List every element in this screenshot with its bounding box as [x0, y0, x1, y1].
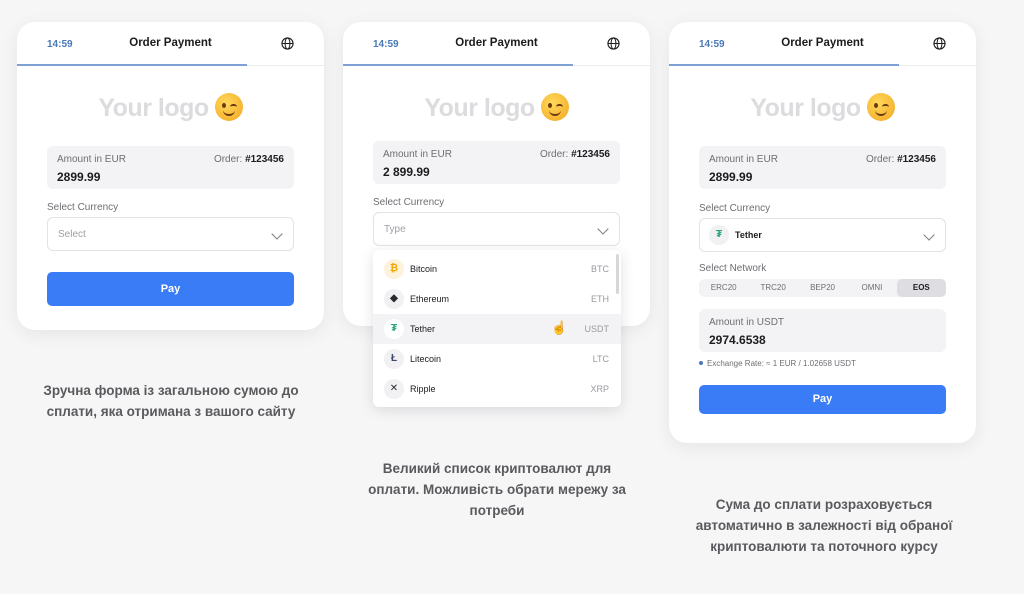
currency-label: Select Currency: [47, 202, 119, 213]
card-header: 14:59 Order Payment: [669, 22, 976, 66]
wink-emoji-icon: [540, 93, 569, 121]
currency-label: Select Currency: [699, 203, 771, 214]
caption-2: Великий список криптовалют для оплати. М…: [368, 461, 626, 518]
currency-name: Tether: [410, 324, 436, 334]
globe-icon[interactable]: [281, 37, 294, 50]
currency-option-bitcoin[interactable]: ₿ Bitcoin BTC: [373, 254, 621, 284]
payment-card-1: 14:59 Order Payment Your logo Amount in …: [17, 22, 324, 330]
network-option-bep20[interactable]: BEP20: [798, 279, 847, 297]
caption-3: Сума до сплати розраховується автоматичн…: [695, 497, 953, 554]
tether-icon: ₮: [384, 319, 404, 339]
hand-cursor-icon: ☝: [551, 320, 568, 335]
currency-option-tether[interactable]: ₮ Tether USDT ☝: [373, 314, 621, 344]
exchange-rate: Exchange Rate: ≈ 1 EUR / 1.02658 USDT: [699, 359, 856, 368]
currency-symbol: ETH: [591, 294, 609, 304]
currency-placeholder: Select: [58, 229, 86, 240]
currency-symbol: BTC: [591, 264, 609, 274]
amount-box: Amount in EUR Order: #123456 2 899.99: [373, 141, 620, 184]
currency-symbol: USDT: [584, 324, 610, 334]
globe-icon[interactable]: [933, 37, 946, 50]
globe-icon[interactable]: [607, 37, 620, 50]
chevron-down-icon: [923, 229, 935, 241]
order-id: #123456: [897, 154, 936, 165]
logo-text: Your logo: [750, 94, 861, 122]
card-header: 14:59 Order Payment: [17, 22, 324, 66]
dropdown-scrollbar[interactable]: [616, 254, 619, 294]
merchant-logo: Your logo: [669, 93, 976, 123]
order-number: Order: #123456: [866, 154, 936, 165]
tether-icon: ₮: [709, 225, 729, 245]
order-label: Order:: [213, 154, 243, 165]
amount-value: 2 899.99: [383, 165, 430, 179]
merchant-logo: Your logo: [17, 93, 324, 123]
caption-1: Зручна форма із загальною сумою до сплат…: [43, 383, 299, 419]
currency-select[interactable]: Select: [47, 217, 294, 251]
progress-bar: [343, 64, 573, 66]
amount-value: 2899.99: [709, 170, 753, 184]
order-number: Order: #123456: [214, 154, 284, 165]
order-id: #123456: [245, 154, 284, 165]
currency-name: Ripple: [410, 384, 436, 394]
currency-select[interactable]: ₮ Tether: [699, 218, 946, 252]
currency-symbol: XRP: [590, 384, 609, 394]
currency-placeholder: Type: [384, 224, 406, 235]
currency-name: Bitcoin: [410, 264, 438, 274]
order-label: Order:: [539, 149, 569, 160]
progress-bar: [669, 64, 899, 66]
chevron-down-icon: [271, 228, 283, 240]
bitcoin-icon: ₿: [384, 259, 404, 279]
converted-amount-box: Amount in USDT 2974.6538: [699, 309, 946, 352]
litecoin-icon: Ł: [384, 349, 404, 369]
network-selector: ERC20 TRC20 BEP20 OMNI EOS: [699, 279, 947, 297]
currency-option-litecoin[interactable]: Ł Litecoin LTC: [373, 344, 621, 374]
amount-box: Amount in EUR Order: #123456 2899.99: [699, 146, 946, 189]
amount-box: Amount in EUR Order: #123456 2899.99: [47, 146, 294, 189]
progress-bar: [17, 64, 247, 66]
bullet-icon: [699, 361, 703, 365]
wink-emoji-icon: [214, 93, 243, 121]
order-number: Order: #123456: [540, 149, 610, 160]
order-id: #123456: [571, 149, 610, 160]
network-option-erc20[interactable]: ERC20: [699, 279, 748, 297]
amount-label: Amount in EUR: [709, 154, 778, 165]
network-option-omni[interactable]: OMNI: [847, 279, 896, 297]
amount-label: Amount in EUR: [57, 154, 126, 165]
ripple-icon: ✕: [384, 379, 404, 399]
selected-currency: Tether: [735, 230, 762, 240]
network-option-trc20[interactable]: TRC20: [748, 279, 797, 297]
page-title: Order Payment: [129, 37, 212, 49]
wink-emoji-icon: [866, 93, 895, 121]
currency-option-ripple[interactable]: ✕ Ripple XRP: [373, 374, 621, 404]
currency-search-input[interactable]: Type: [373, 212, 620, 246]
converted-amount-label: Amount in USDT: [709, 317, 785, 328]
converted-amount-value: 2974.6538: [709, 333, 766, 347]
chevron-down-icon: [597, 223, 609, 235]
card-header: 14:59 Order Payment: [343, 22, 650, 66]
merchant-logo: Your logo: [343, 93, 650, 123]
logo-text: Your logo: [98, 94, 209, 122]
ethereum-icon: ◆: [384, 289, 404, 309]
page-title: Order Payment: [455, 37, 538, 49]
amount-label: Amount in EUR: [383, 149, 452, 160]
currency-dropdown: ₿ Bitcoin BTC ◆ Ethereum ETH ₮ Tether US…: [373, 250, 621, 407]
network-label: Select Network: [699, 263, 767, 274]
payment-card-3: 14:59 Order Payment Your logo Amount in …: [669, 22, 976, 443]
pay-button[interactable]: Pay: [699, 385, 946, 414]
currency-symbol: LTC: [592, 354, 609, 364]
amount-value: 2899.99: [57, 170, 101, 184]
currency-name: Ethereum: [410, 294, 450, 304]
page-title: Order Payment: [781, 37, 864, 49]
order-label: Order:: [865, 154, 895, 165]
currency-option-ethereum[interactable]: ◆ Ethereum ETH: [373, 284, 621, 314]
pay-button[interactable]: Pay: [47, 272, 294, 306]
currency-label: Select Currency: [373, 197, 445, 208]
logo-text: Your logo: [424, 94, 535, 122]
exchange-rate-text: Exchange Rate: ≈ 1 EUR / 1.02658 USDT: [707, 359, 856, 368]
network-option-eos[interactable]: EOS: [896, 279, 947, 297]
currency-name: Litecoin: [410, 354, 442, 364]
